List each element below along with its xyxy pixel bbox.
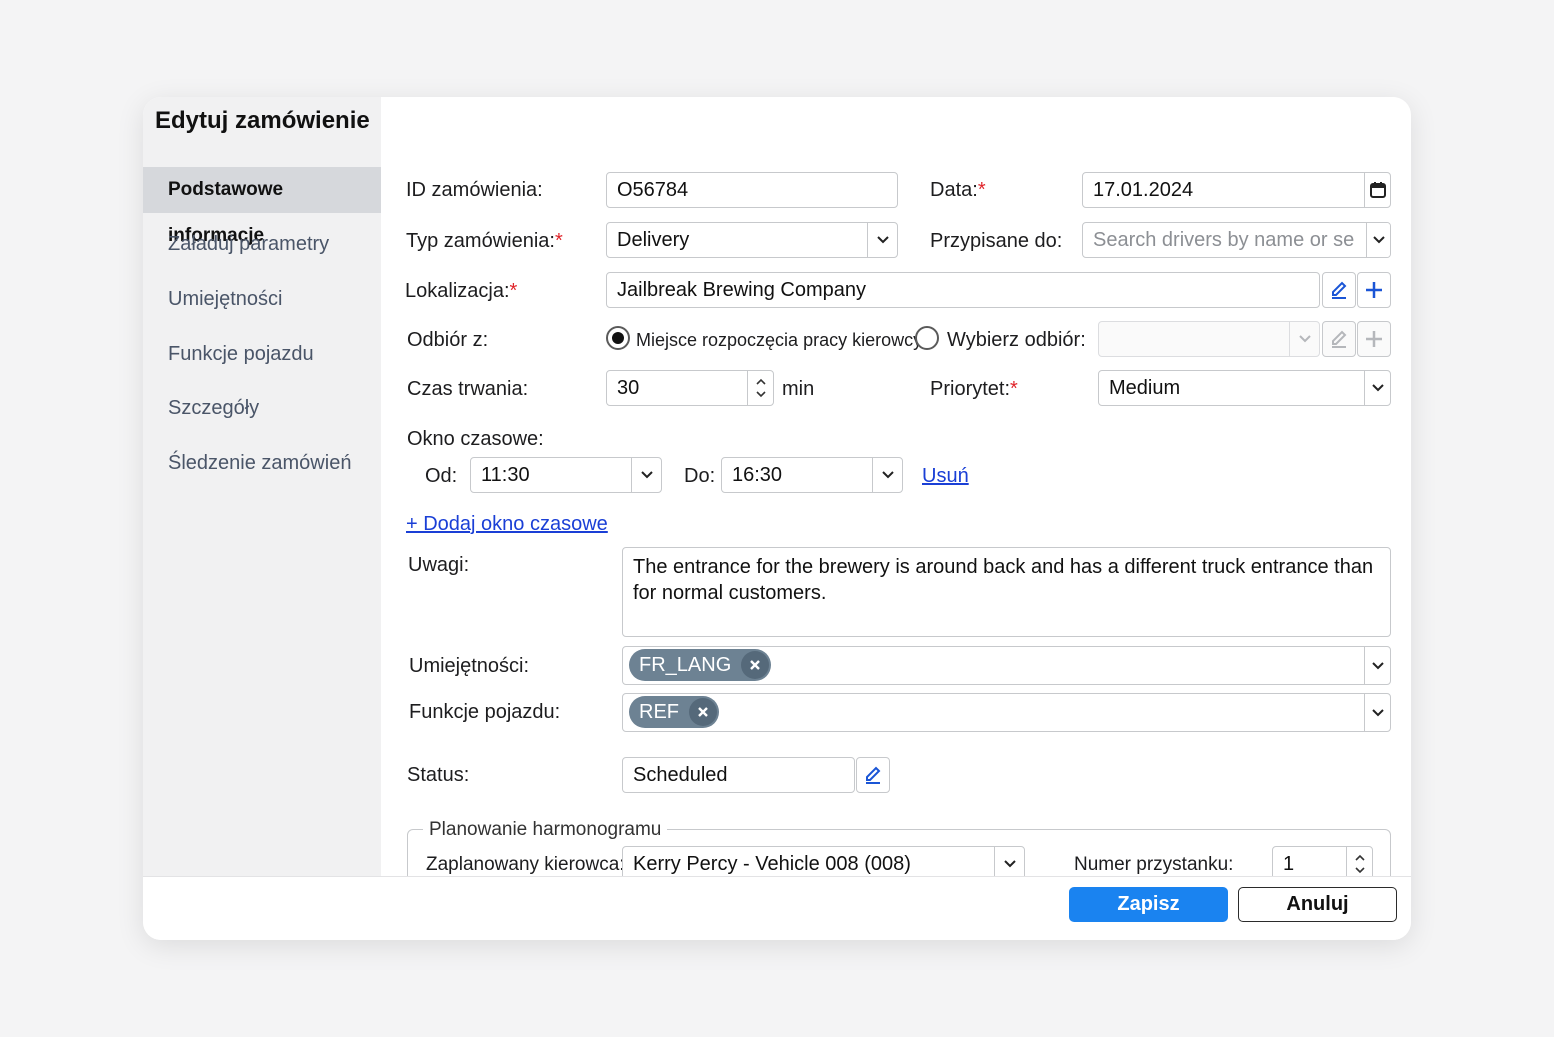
add-time-window-link[interactable]: + Dodaj okno czasowe xyxy=(406,513,608,536)
stop-number-label: Numer przystanku: xyxy=(1074,854,1234,875)
notes-label: Uwagi: xyxy=(408,554,470,576)
scheduled-driver-label: Zaplanowany kierowca: xyxy=(426,854,625,875)
chevron-down-icon[interactable] xyxy=(1364,647,1390,684)
duration-stepper[interactable]: 30 xyxy=(606,370,774,406)
order-type-value: Delivery xyxy=(617,228,690,251)
pickup-choose-label[interactable]: Wybierz odbiór: xyxy=(947,329,1086,352)
time-window-label: Okno czasowe: xyxy=(407,428,544,450)
plus-icon xyxy=(1366,282,1382,298)
order-type-label: Typ zamówienia:* xyxy=(406,230,563,252)
edit-pickup-button[interactable] xyxy=(1322,321,1356,357)
sidebar-item-order-tracking[interactable]: Śledzenie zamówień xyxy=(143,440,381,486)
chevron-down-icon[interactable] xyxy=(1364,694,1390,731)
dialog-title: Edytuj zamówienie xyxy=(155,107,370,134)
pickup-driver-start-radio[interactable] xyxy=(606,326,630,350)
dialog-footer: Zapisz Anuluj xyxy=(143,876,1411,940)
priority-select[interactable]: Medium xyxy=(1098,370,1391,406)
order-type-select[interactable]: Delivery xyxy=(606,222,898,258)
remove-time-window-link[interactable]: Usuń xyxy=(922,465,969,488)
edit-status-button[interactable] xyxy=(856,757,890,793)
order-id-field[interactable]: O56784 xyxy=(606,172,898,208)
scheduling-legend: Planowanie harmonogramu xyxy=(423,819,668,841)
sidebar-item-vehicle-features[interactable]: Funkcje pojazdu xyxy=(143,331,381,377)
chevron-down-icon[interactable] xyxy=(1366,223,1390,257)
vehicle-feature-chip-label: REF xyxy=(639,700,679,723)
pickup-choose-radio[interactable] xyxy=(915,326,939,350)
order-id-label: ID zamówienia: xyxy=(406,179,543,201)
save-button[interactable]: Zapisz xyxy=(1069,887,1228,922)
chevron-down-icon[interactable] xyxy=(872,458,902,492)
pickup-select[interactable] xyxy=(1098,321,1320,357)
add-pickup-button[interactable] xyxy=(1357,321,1391,357)
date-field[interactable]: 17.01.2024 xyxy=(1082,172,1391,208)
edit-location-button[interactable] xyxy=(1322,272,1356,308)
pencil-icon xyxy=(1332,330,1347,348)
location-field[interactable]: Jailbreak Brewing Company xyxy=(606,272,1320,308)
time-to-select[interactable]: 16:30 xyxy=(721,457,903,493)
chevron-down-icon[interactable] xyxy=(867,223,897,257)
skill-chip: FR_LANG xyxy=(629,649,772,681)
calendar-icon[interactable] xyxy=(1364,173,1390,207)
sidebar-item-skills[interactable]: Umiejętności xyxy=(143,276,381,322)
location-label: Lokalizacja:* xyxy=(405,280,518,302)
vehicle-feature-chip: REF xyxy=(629,696,719,728)
chevron-down-icon[interactable] xyxy=(1289,322,1319,356)
pencil-icon xyxy=(1332,281,1347,299)
chevron-down-icon[interactable] xyxy=(1364,371,1390,405)
stepper-arrows-icon[interactable] xyxy=(747,371,773,405)
time-from-select[interactable]: 11:30 xyxy=(470,457,662,493)
duration-label: Czas trwania: xyxy=(407,378,529,400)
remove-chip-icon[interactable] xyxy=(689,698,717,726)
time-from-label: Od: xyxy=(425,465,458,487)
time-to-value: 16:30 xyxy=(732,463,783,486)
date-value: 17.01.2024 xyxy=(1093,178,1194,201)
chevron-down-icon[interactable] xyxy=(631,458,661,492)
cancel-button[interactable]: Anuluj xyxy=(1238,887,1397,922)
edit-order-dialog: Edytuj zamówienie Podstawowe informacje … xyxy=(143,97,1411,940)
vehicle-features-label: Funkcje pojazdu: xyxy=(409,701,561,723)
sidebar: Edytuj zamówienie Podstawowe informacje … xyxy=(143,97,381,877)
pencil-icon xyxy=(866,766,881,784)
assigned-to-placeholder: Search drivers by name or se xyxy=(1093,228,1355,251)
skills-label: Umiejętności: xyxy=(409,655,530,677)
pickup-driver-start-label[interactable]: Miejsce rozpoczęcia pracy kierowcy xyxy=(636,330,922,351)
status-label: Status: xyxy=(407,764,470,786)
priority-value: Medium xyxy=(1109,376,1181,399)
priority-label: Priorytet:* xyxy=(930,378,1018,400)
time-from-value: 11:30 xyxy=(481,463,530,486)
sidebar-item-basic-info[interactable]: Podstawowe informacje xyxy=(143,167,381,246)
time-to-label: Do: xyxy=(684,465,716,487)
status-field: Scheduled xyxy=(622,757,855,793)
stop-number-value: 1 xyxy=(1283,852,1295,875)
remove-chip-icon[interactable] xyxy=(741,651,770,679)
add-location-button[interactable] xyxy=(1357,272,1391,308)
vehicle-features-multiselect[interactable] xyxy=(622,693,1391,732)
sidebar-item-details[interactable]: Szczegóły xyxy=(143,385,381,431)
sidebar-item-load-params[interactable]: Załaduj parametry xyxy=(143,221,381,267)
plus-icon xyxy=(1366,331,1382,347)
duration-unit: min xyxy=(782,378,815,400)
assigned-to-label: Przypisane do: xyxy=(930,230,1063,252)
duration-value: 30 xyxy=(617,376,640,399)
assigned-to-search[interactable]: Search drivers by name or se xyxy=(1082,222,1391,258)
scheduled-driver-value: Kerry Percy - Vehicle 008 (008) xyxy=(633,852,911,875)
pickup-label: Odbiór z: xyxy=(407,329,489,351)
skill-chip-label: FR_LANG xyxy=(639,653,732,676)
notes-textarea[interactable]: The entrance for the brewery is around b… xyxy=(622,547,1391,637)
date-label: Data:* xyxy=(930,179,986,201)
